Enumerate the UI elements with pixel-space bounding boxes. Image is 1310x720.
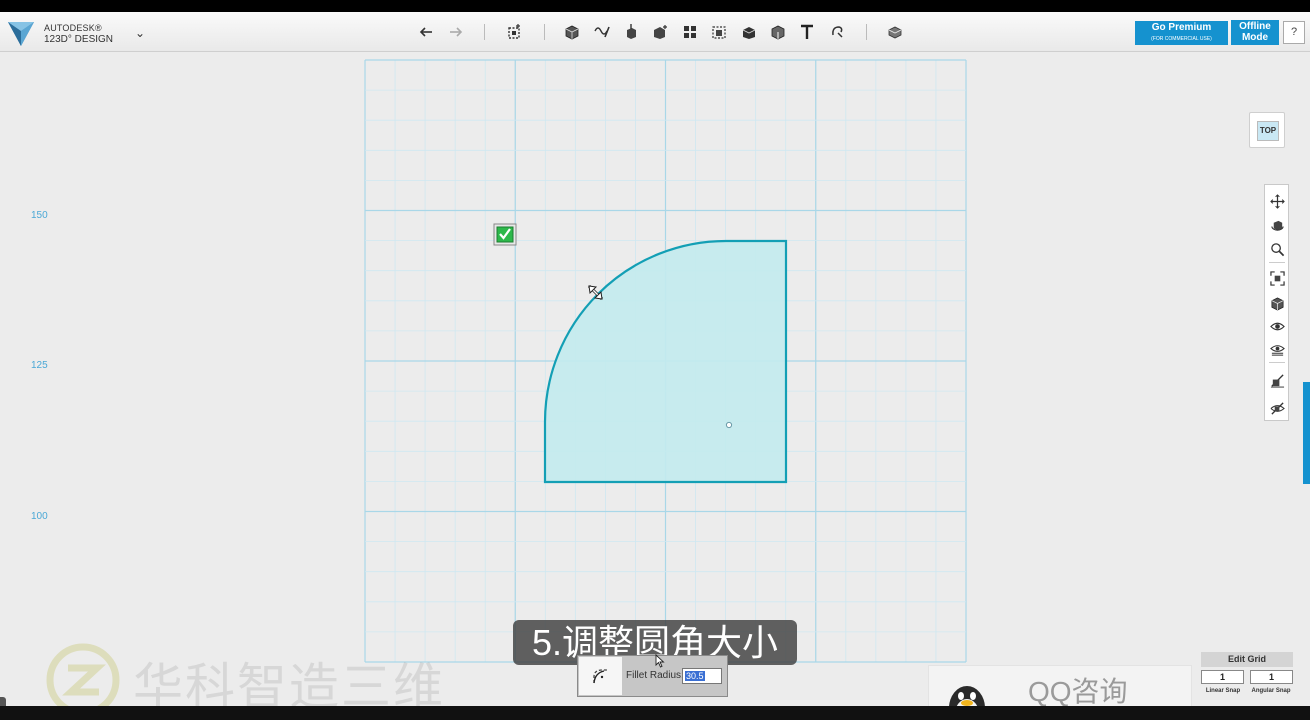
brand-line-2: 123D° DESIGN <box>44 34 114 45</box>
view-cube-top-face[interactable]: TOP <box>1257 121 1279 141</box>
measure-button[interactable] <box>767 22 789 42</box>
redo-button[interactable] <box>444 22 466 42</box>
primitives-button[interactable] <box>561 22 583 42</box>
window-bottom-bar <box>0 706 1310 720</box>
material-button[interactable] <box>884 22 906 42</box>
app-window: AUTODESK® 123D° DESIGN ⌄ Go Premium (FOR… <box>0 12 1310 706</box>
undo-icon <box>419 27 432 37</box>
axis-label-125: 125 <box>31 360 48 371</box>
go-premium-label: Go Premium <box>1151 22 1212 33</box>
combine-icon <box>742 27 756 39</box>
go-premium-sublabel: (FOR COMMERCIAL USE) <box>1151 36 1212 42</box>
offline-mode-line-1: Offline <box>1239 21 1271 32</box>
fillet-tool-button[interactable] <box>579 657 622 695</box>
go-premium-button[interactable]: Go Premium (FOR COMMERCIAL USE) <box>1135 21 1228 45</box>
pattern-button[interactable] <box>679 22 701 42</box>
linear-snap-caption: Linear Snap <box>1205 688 1241 694</box>
offline-mode-button[interactable]: Offline Mode <box>1231 20 1279 45</box>
hide-grid-button[interactable] <box>1268 399 1286 417</box>
nav-separator <box>1269 362 1285 363</box>
brand-line-1: AUTODESK® <box>44 23 102 33</box>
visibility-button[interactable] <box>1268 317 1286 335</box>
fit-button[interactable] <box>1268 269 1286 287</box>
sketch-grid <box>364 59 967 663</box>
measure-icon <box>771 25 785 40</box>
side-panel-toggle[interactable] <box>1303 382 1310 484</box>
primitives-icon <box>565 25 579 40</box>
qq-penguin-icon <box>949 686 985 706</box>
brand-name: AUTODESK® 123D° DESIGN <box>44 23 113 45</box>
orbit-icon <box>1270 220 1284 231</box>
mouse-pointer-icon <box>655 654 665 668</box>
app-menu-chevron-down-icon[interactable]: ⌄ <box>132 26 148 40</box>
modify-icon <box>654 25 667 39</box>
confirm-check-button[interactable] <box>493 223 517 246</box>
nav-separator <box>1269 262 1285 263</box>
materials-outlines-icon <box>1269 344 1285 356</box>
transform-button[interactable] <box>503 22 525 42</box>
orbit-button[interactable] <box>1268 216 1286 234</box>
fillet-radius-input[interactable]: 30.5 <box>682 668 722 684</box>
fillet-radius-dialog: Fillet Radius: 30.5 <box>577 655 728 697</box>
undo-button[interactable] <box>416 22 438 42</box>
offline-mode-line-2: Mode <box>1241 32 1269 43</box>
left-panel-toggle[interactable] <box>0 697 6 706</box>
watermark-logo-icon <box>46 643 120 706</box>
fit-icon <box>1269 270 1285 286</box>
hide-grid-icon <box>1270 401 1285 415</box>
sketch-icon <box>594 26 610 38</box>
snap-grid-button[interactable] <box>1268 371 1286 389</box>
default-views-button[interactable] <box>1268 294 1286 312</box>
snap-icon <box>832 26 843 38</box>
zoom-button[interactable] <box>1268 240 1286 258</box>
cursor-resize-icon <box>587 284 604 301</box>
pan-icon <box>1269 193 1285 209</box>
main-toolbar: AUTODESK® 123D° DESIGN ⌄ Go Premium (FOR… <box>0 12 1310 52</box>
combine-button[interactable] <box>738 22 760 42</box>
qq-contact-card: QQ咨询 3137704312 <box>928 665 1192 706</box>
fillet-icon <box>592 669 608 684</box>
fillet-radius-value: 30.5 <box>685 671 705 681</box>
navigation-bar <box>1264 184 1289 421</box>
toolbar-separator <box>866 24 867 40</box>
group-button[interactable] <box>708 22 730 42</box>
snap-grid-icon <box>1270 373 1284 388</box>
edit-grid-panel: Edit Grid 1 1 Linear Snap Angular Snap <box>1201 652 1293 702</box>
fillet-radius-label: Fillet Radius: <box>626 670 684 681</box>
eye-icon <box>1269 322 1285 330</box>
material-icon <box>888 26 902 39</box>
qq-label: QQ咨询 <box>1028 676 1128 706</box>
default-views-icon <box>1271 296 1283 310</box>
snap-button[interactable] <box>826 22 848 42</box>
zoom-icon <box>1270 242 1284 256</box>
sketch-button[interactable] <box>591 22 613 42</box>
modify-button[interactable] <box>649 22 671 42</box>
watermark-company-name: 华科智造三维 <box>133 659 445 706</box>
view-cube[interactable]: TOP <box>1249 112 1285 148</box>
pattern-icon <box>684 26 696 38</box>
transform-icon <box>508 24 520 39</box>
text-icon <box>801 24 813 39</box>
angular-snap-input[interactable]: 1 <box>1250 670 1293 684</box>
toolbar-separator <box>484 24 485 40</box>
text-button[interactable] <box>796 22 818 42</box>
construct-button[interactable] <box>620 22 642 42</box>
app-logo-icon[interactable] <box>6 18 36 48</box>
linear-snap-input[interactable]: 1 <box>1201 670 1244 684</box>
shape-center-point <box>725 421 733 429</box>
design-viewport[interactable]: 150 125 100 TOP 华科智造三维 5.调整圆角大小 QQ咨询 <box>0 52 1310 706</box>
angular-snap-caption: Angular Snap <box>1251 688 1291 694</box>
axis-label-100: 100 <box>31 511 48 522</box>
construct-icon <box>627 24 636 39</box>
edit-grid-button[interactable]: Edit Grid <box>1201 652 1293 667</box>
pan-button[interactable] <box>1268 192 1286 210</box>
group-icon <box>712 26 726 39</box>
materials-outlines-button[interactable] <box>1268 340 1286 358</box>
toolbar-separator <box>544 24 545 40</box>
redo-icon <box>450 27 463 37</box>
axis-label-150: 150 <box>31 210 48 221</box>
fillet-sketch-shape[interactable] <box>543 239 788 484</box>
help-button[interactable]: ? <box>1283 21 1305 44</box>
